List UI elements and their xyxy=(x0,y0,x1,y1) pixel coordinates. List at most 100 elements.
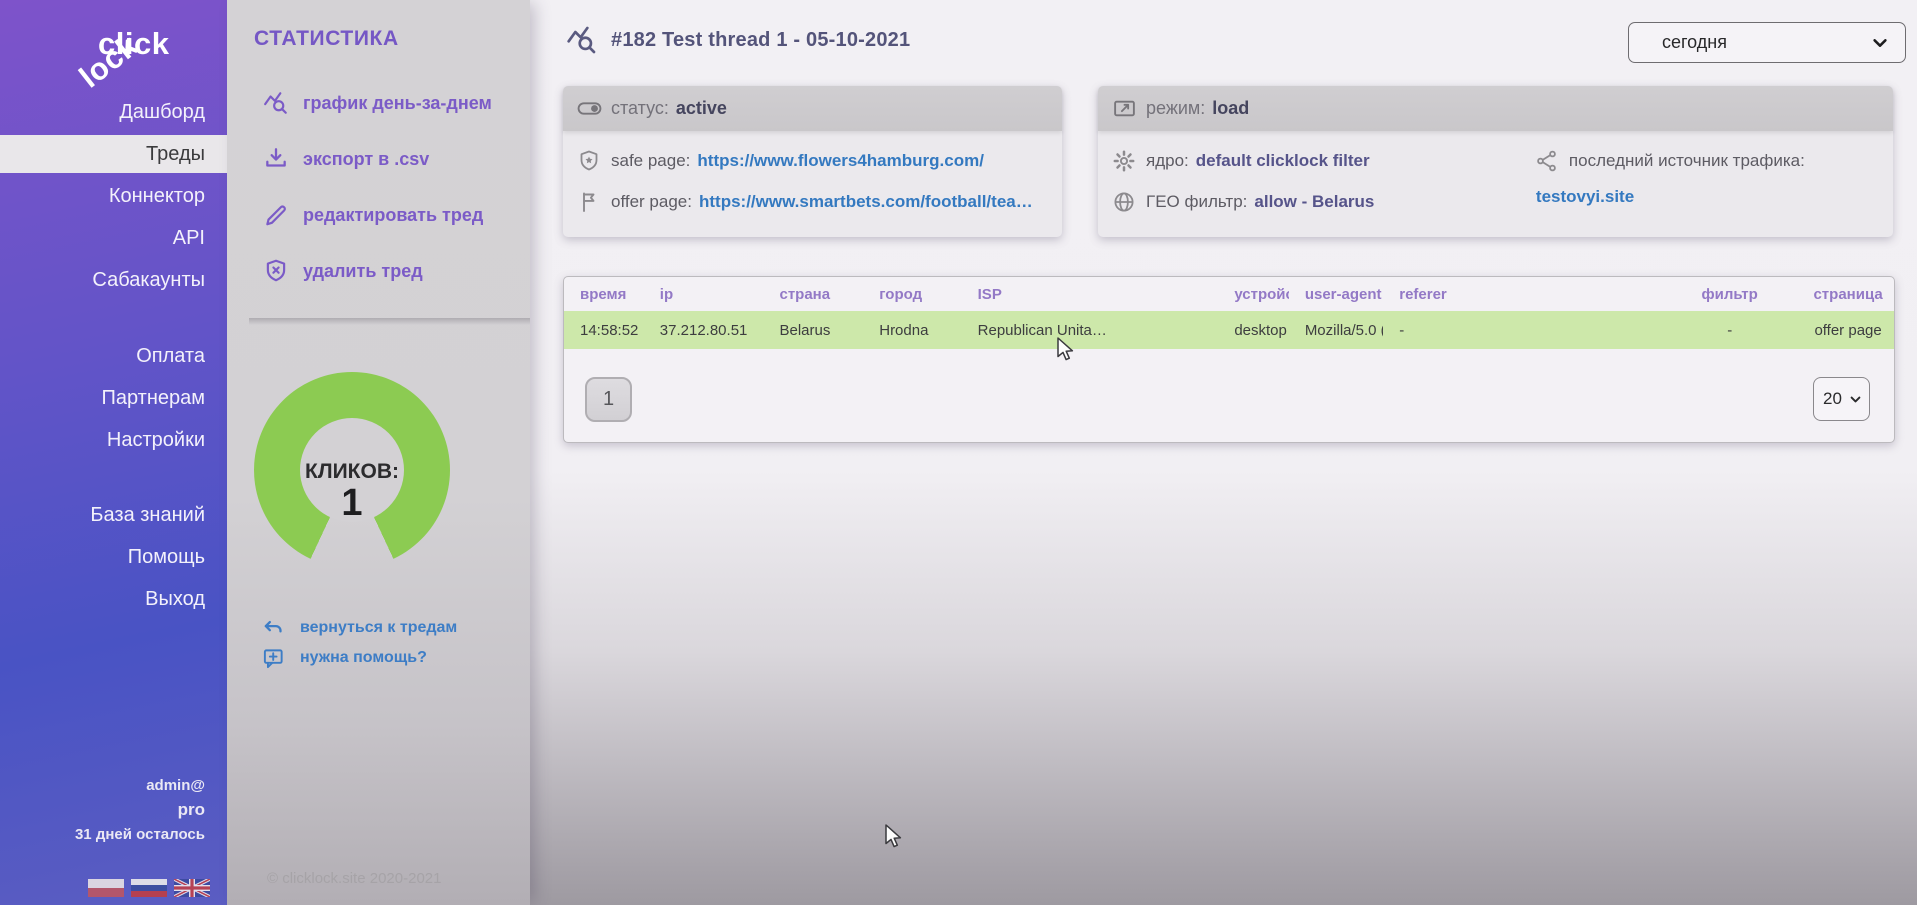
sidebar-item-threads[interactable]: Треды xyxy=(0,135,227,173)
sidebar-item-dashboard[interactable]: Дашборд xyxy=(0,91,227,133)
stats-menu-item-edit-thread[interactable]: редактировать тред xyxy=(263,198,520,232)
col-isp: ISP xyxy=(962,277,1219,311)
mode-panel: режим: load ядро: default clicklock filt… xyxy=(1098,86,1893,237)
sidebar-item-knowledge-base[interactable]: База знаний xyxy=(0,494,227,536)
divider xyxy=(249,318,530,325)
sidebar-item-api[interactable]: API xyxy=(0,217,227,259)
account-email: admin@ xyxy=(75,777,205,794)
page-size-select[interactable]: 20 xyxy=(1813,377,1870,421)
status-label: статус: xyxy=(611,98,669,119)
sidebar-item-settings[interactable]: Настройки xyxy=(0,419,227,461)
safe-page-row: safe page: https://www.flowers4hamburg.c… xyxy=(577,143,1048,178)
last-traffic-source-row: последний источник трафика: xyxy=(1535,143,1879,178)
status-panel: статус: active safe page: https://www.fl… xyxy=(563,86,1062,237)
language-switcher xyxy=(88,879,210,897)
sidebar-item-connector[interactable]: Коннектор xyxy=(0,175,227,217)
clicks-table: время ip страна город ISP устройство use… xyxy=(564,277,1894,349)
cell-page: offer page xyxy=(1802,311,1894,349)
sidebar-item-subaccounts[interactable]: Сабакаунты xyxy=(0,259,227,301)
stats-links: вернуться к тредам нужна помощь? xyxy=(262,616,457,676)
table-row[interactable]: 14:58:52 37.212.80.51 Belarus Hrodna Rep… xyxy=(564,311,1894,349)
mode-value: load xyxy=(1212,98,1249,119)
col-page: страница xyxy=(1802,277,1894,311)
gauge-label: КЛИКОВ: xyxy=(254,460,450,484)
page-size-value: 20 xyxy=(1823,389,1842,409)
sidebar-item-payment[interactable]: Оплата xyxy=(0,335,227,377)
mouse-cursor xyxy=(884,824,908,850)
stats-menu-item-delete-thread[interactable]: удалить тред xyxy=(263,254,520,288)
stats-menu-item-export-csv[interactable]: экспорт в .csv xyxy=(263,142,520,176)
gear-icon xyxy=(1112,149,1136,173)
download-icon xyxy=(263,146,289,172)
mode-label: режим: xyxy=(1146,98,1205,119)
link-back-to-threads[interactable]: вернуться к тредам xyxy=(262,616,457,640)
copyright: © clicklock.site 2020-2021 xyxy=(267,870,441,887)
stats-menu-label: график день-за-днем xyxy=(303,93,492,114)
chevron-down-icon xyxy=(1871,34,1889,52)
sidebar: clicklock Дашборд Треды Коннектор API Са… xyxy=(0,0,227,905)
en-flag-icon[interactable] xyxy=(174,879,210,897)
mode-panel-header: режим: load xyxy=(1098,86,1893,131)
stats-title: СТАТИСТИКА xyxy=(254,27,399,51)
stats-menu-item-daily-chart[interactable]: график день-за-днем xyxy=(263,86,520,120)
globe-icon xyxy=(1112,190,1136,214)
sidebar-item-help[interactable]: Помощь xyxy=(0,536,227,578)
clicks-table-card: время ip страна город ISP устройство use… xyxy=(563,276,1895,443)
account-plan: pro xyxy=(75,800,205,820)
chart-search-icon xyxy=(263,90,289,116)
offer-page-row: offer page: https://www.smartbets.com/fo… xyxy=(577,184,1048,219)
cell-filter: - xyxy=(1657,311,1802,349)
safe-page-link[interactable]: https://www.flowers4hamburg.com/ xyxy=(697,151,984,171)
cell-country: Belarus xyxy=(763,311,863,349)
cell-city: Hrodna xyxy=(863,311,961,349)
stats-column: СТАТИСТИКА график день-за-днем экспорт в… xyxy=(227,0,530,905)
pencil-icon xyxy=(263,202,289,228)
cell-ip: 37.212.80.51 xyxy=(644,311,764,349)
page-1-button[interactable]: 1 xyxy=(585,377,632,422)
offer-page-link[interactable]: https://www.smartbets.com/football/tea… xyxy=(699,192,1033,212)
stats-menu-label: экспорт в .csv xyxy=(303,149,429,170)
cell-time: 14:58:52 xyxy=(564,311,644,349)
table-header-row: время ip страна город ISP устройство use… xyxy=(564,277,1894,311)
col-filter: фильтр xyxy=(1657,277,1802,311)
sidebar-nav: Дашборд Треды Коннектор API Сабакаунты О… xyxy=(0,91,227,620)
period-select[interactable]: сегодня xyxy=(1628,22,1906,63)
col-ip: ip xyxy=(644,277,764,311)
sidebar-item-partners[interactable]: Партнерам xyxy=(0,377,227,419)
app-logo[interactable]: clicklock xyxy=(98,26,227,98)
cell-device: desktop xyxy=(1218,311,1288,349)
comment-plus-icon xyxy=(262,647,285,670)
geo-filter-value: allow - Belarus xyxy=(1254,192,1374,212)
gauge-value: 1 xyxy=(254,484,450,524)
core-value: default clicklock filter xyxy=(1196,151,1370,171)
undo-icon xyxy=(262,617,285,640)
thread-header: #182 Test thread 1 - 05-10-2021 xyxy=(566,24,910,56)
core-label: ядро: xyxy=(1146,151,1189,171)
stats-menu-label: редактировать тред xyxy=(303,205,483,226)
col-city: город xyxy=(863,277,961,311)
flag-icon xyxy=(577,190,601,214)
shield-star-icon xyxy=(577,149,601,173)
link-need-help[interactable]: нужна помощь? xyxy=(262,646,457,670)
cell-isp: Republican Unita… xyxy=(962,311,1219,349)
core-row: ядро: default clicklock filter xyxy=(1112,143,1525,178)
geo-filter-label: ГЕО фильтр: xyxy=(1146,192,1247,212)
clicks-gauge: КЛИКОВ: 1 xyxy=(254,372,450,568)
link-label: вернуться к тредам xyxy=(300,619,457,637)
col-user-agent: user-agent xyxy=(1289,277,1383,311)
col-device: устройство xyxy=(1218,277,1288,311)
stats-menu-label: удалить тред xyxy=(303,261,423,282)
table-footer: 1 20 xyxy=(564,349,1894,443)
period-select-value: сегодня xyxy=(1662,32,1871,53)
traffic-source-link[interactable]: testovyi.site xyxy=(1536,187,1634,206)
account-days-left: 31 дней осталось xyxy=(75,826,205,843)
col-time: время xyxy=(564,277,644,311)
status-value: active xyxy=(676,98,727,119)
ru-flag-icon[interactable] xyxy=(131,879,167,897)
last-traffic-source-label: последний источник трафика: xyxy=(1569,151,1805,171)
pl-flag-icon[interactable] xyxy=(88,879,124,897)
col-referer: referer xyxy=(1383,277,1657,311)
account-info: admin@ pro 31 дней осталось xyxy=(75,777,205,843)
share-icon xyxy=(1535,149,1559,173)
sidebar-item-logout[interactable]: Выход xyxy=(0,578,227,620)
